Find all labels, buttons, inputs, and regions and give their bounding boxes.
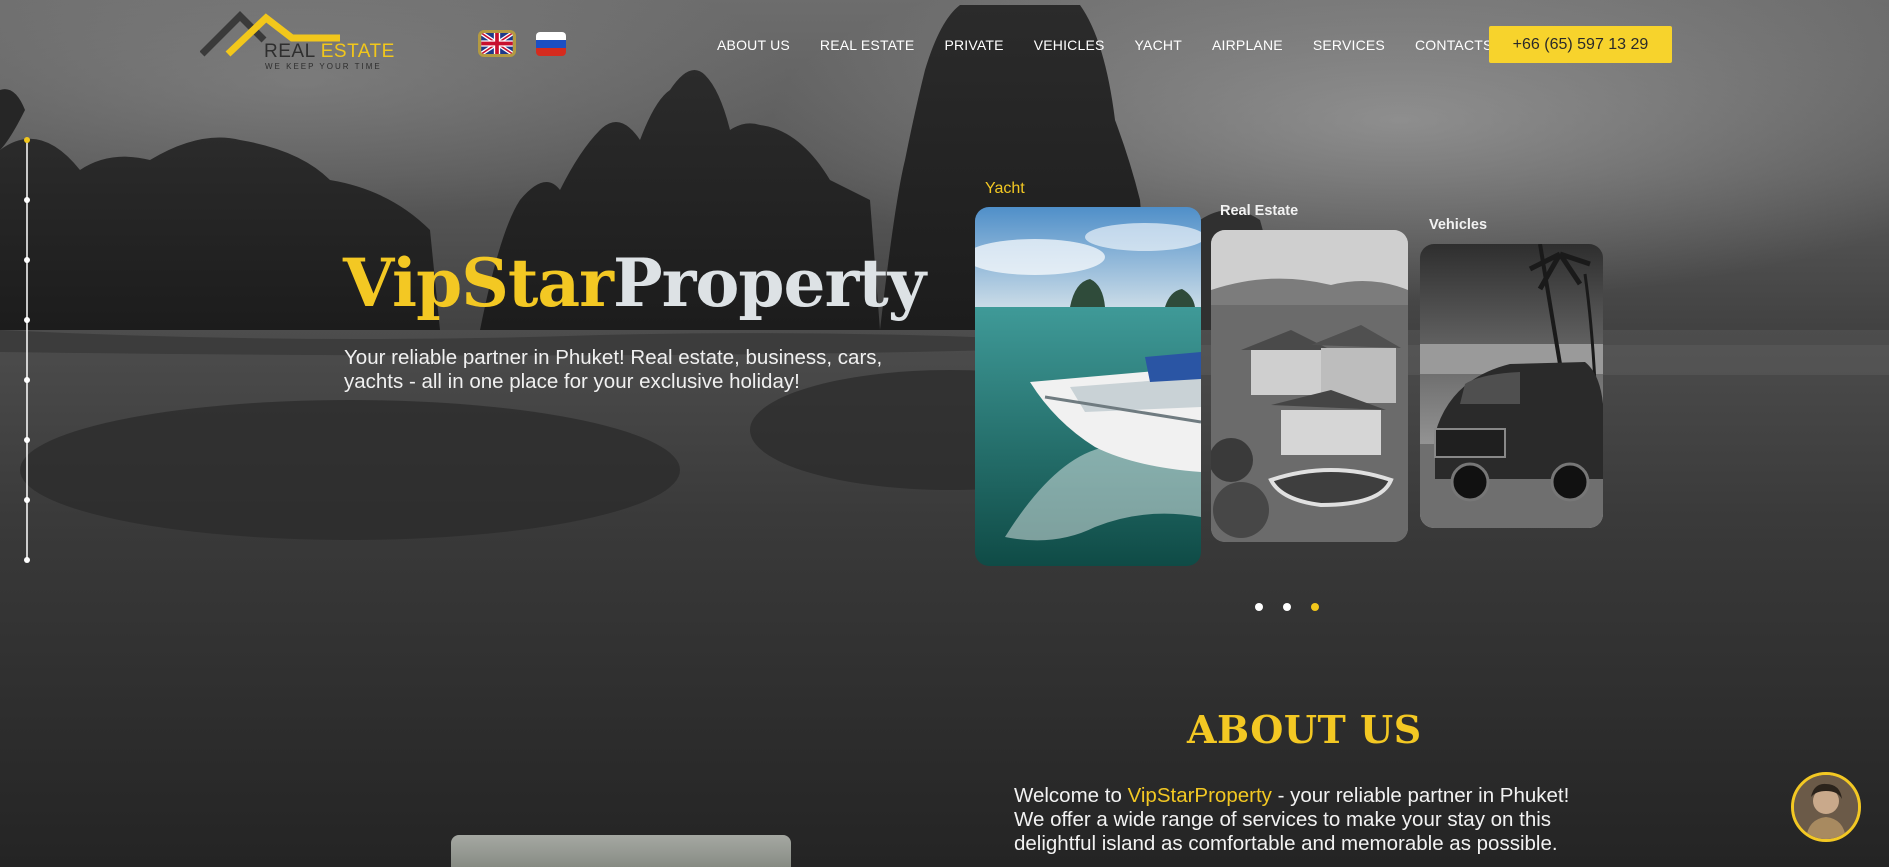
nav-services[interactable]: SERVICES <box>1313 37 1385 53</box>
scroll-dot-5[interactable] <box>24 377 30 383</box>
russia-flag-icon <box>536 32 566 56</box>
card-label-vehicles: Vehicles <box>1429 217 1488 233</box>
nav-vehicles[interactable]: VEHICLES <box>1034 37 1105 53</box>
card-label-yacht: Yacht <box>985 180 1025 197</box>
main-navigation: ABOUT US REAL ESTATE PRIVATE VEHICLES YA… <box>717 37 1523 53</box>
nav-yacht[interactable]: YACHT <box>1135 37 1182 53</box>
about-title: ABOUT US <box>1187 707 1422 752</box>
card-real-estate[interactable] <box>1211 230 1408 542</box>
hero-background <box>0 0 1889 867</box>
chat-avatar-button[interactable] <box>1791 772 1861 842</box>
about-text-intro: Welcome to <box>1014 784 1128 807</box>
site-logo[interactable]: REAL ESTATE WE KEEP YOUR TIME <box>200 10 394 72</box>
scroll-dot-3[interactable] <box>24 257 30 263</box>
carousel-dot-3[interactable] <box>1311 603 1319 611</box>
chat-avatar-icon <box>1794 775 1858 839</box>
villa-photo <box>1211 230 1408 542</box>
card-label-real-estate: Real Estate <box>1220 203 1299 219</box>
hero-title: VipStarProperty <box>343 250 926 316</box>
nav-real-estate[interactable]: REAL ESTATE <box>820 37 915 53</box>
carousel-dot-2[interactable] <box>1283 603 1291 611</box>
language-english[interactable] <box>478 30 516 57</box>
scroll-dot-1[interactable] <box>24 137 30 143</box>
about-image <box>451 835 791 867</box>
nav-airplane[interactable]: AIRPLANE <box>1212 37 1283 53</box>
hero-title-property: Property <box>612 244 926 322</box>
hero-title-vipstar: VipStar <box>343 244 614 322</box>
carousel-pagination <box>1255 603 1319 611</box>
card-yacht[interactable] <box>975 207 1201 566</box>
language-russian[interactable] <box>536 32 566 56</box>
nav-about-us[interactable]: ABOUT US <box>717 37 790 53</box>
about-brand-name: VipStarProperty <box>1127 784 1272 807</box>
carousel-dot-1[interactable] <box>1255 603 1263 611</box>
hero-subtitle: Your reliable partner in Phuket! Real es… <box>344 346 883 393</box>
logo-word-1: REAL <box>264 41 315 62</box>
landscape-silhouette <box>0 5 1889 867</box>
scroll-dot-2[interactable] <box>24 197 30 203</box>
minivan-photo <box>1420 244 1603 528</box>
about-text: Welcome to VipStarProperty - your reliab… <box>1014 784 1584 856</box>
scroll-dot-4[interactable] <box>24 317 30 323</box>
scroll-dot-7[interactable] <box>24 497 30 503</box>
scroll-dot-8[interactable] <box>24 557 30 563</box>
logo-word-2: ESTATE <box>320 41 395 62</box>
uk-flag-icon <box>481 33 513 54</box>
scroll-dot-6[interactable] <box>24 437 30 443</box>
phone-button[interactable]: +66 (65) 597 13 29 <box>1489 26 1672 63</box>
nav-contacts[interactable]: CONTACTS <box>1415 37 1493 53</box>
logo-wordmark: REAL ESTATE <box>264 41 395 63</box>
nav-private[interactable]: PRIVATE <box>944 37 1003 53</box>
card-vehicles[interactable] <box>1420 244 1603 528</box>
logo-tagline: WE KEEP YOUR TIME <box>265 62 382 71</box>
yacht-photo <box>975 207 1201 566</box>
